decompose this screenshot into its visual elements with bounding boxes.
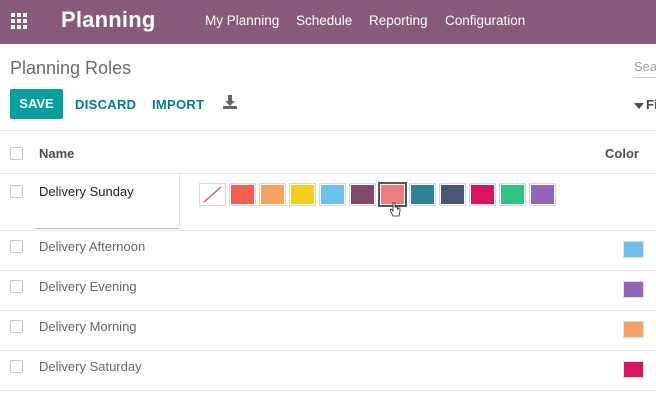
filters-toggle[interactable]: Filters bbox=[634, 97, 656, 112]
color-option-orange[interactable] bbox=[259, 183, 286, 206]
table-row-editing[interactable]: Delivery Sunday bbox=[0, 174, 656, 231]
control-panel: Planning Roles SAVE DISCARD IMPORT Filte… bbox=[0, 44, 656, 130]
menu-configuration[interactable]: Configuration bbox=[445, 13, 525, 28]
role-name-input[interactable]: Delivery Sunday bbox=[39, 184, 134, 199]
color-option-fuchsia[interactable] bbox=[469, 183, 496, 206]
role-name: Delivery Morning bbox=[39, 319, 137, 334]
role-color-swatch bbox=[623, 321, 644, 338]
color-option-red[interactable] bbox=[229, 183, 256, 206]
save-button[interactable]: SAVE bbox=[10, 89, 63, 119]
role-color-swatch bbox=[623, 281, 644, 298]
search-input[interactable] bbox=[634, 56, 656, 78]
download-icon[interactable] bbox=[223, 95, 237, 109]
role-color-swatch bbox=[623, 361, 644, 378]
table-row[interactable]: Delivery Saturday bbox=[0, 351, 656, 391]
menu-my-planning[interactable]: My Planning bbox=[205, 13, 279, 28]
filters-label: Filters bbox=[646, 97, 656, 112]
color-palette bbox=[199, 182, 556, 210]
color-option-no-color[interactable] bbox=[199, 183, 226, 206]
import-button[interactable]: IMPORT bbox=[152, 97, 204, 112]
role-name: Delivery Evening bbox=[39, 279, 137, 294]
color-option-dark-purple[interactable] bbox=[349, 183, 376, 206]
name-field-underline bbox=[35, 228, 180, 229]
cell-divider bbox=[179, 174, 180, 230]
row-checkbox[interactable] bbox=[10, 280, 23, 293]
color-option-green[interactable] bbox=[499, 183, 526, 206]
role-name: Delivery Saturday bbox=[39, 359, 142, 374]
table-row[interactable]: Delivery Evening bbox=[0, 271, 656, 311]
page-title: Planning Roles bbox=[10, 58, 132, 78]
color-option-medium-blue[interactable] bbox=[409, 183, 436, 206]
filter-icon bbox=[634, 102, 644, 109]
color-option-yellow[interactable] bbox=[289, 183, 316, 206]
row-checkbox[interactable] bbox=[10, 240, 23, 253]
select-all-checkbox[interactable] bbox=[10, 147, 23, 160]
color-option-light-blue[interactable] bbox=[319, 183, 346, 206]
app-brand[interactable]: Planning bbox=[61, 7, 156, 33]
color-option-dark-blue[interactable] bbox=[439, 183, 466, 206]
row-checkbox[interactable] bbox=[10, 360, 23, 373]
top-navbar: Planning My Planning Schedule Reporting … bbox=[0, 0, 656, 44]
mouse-pointer-icon bbox=[390, 202, 401, 217]
row-checkbox[interactable] bbox=[10, 185, 23, 198]
column-header-name[interactable]: Name bbox=[39, 146, 74, 161]
color-option-purple[interactable] bbox=[529, 183, 556, 206]
table-header: Name Color bbox=[0, 130, 656, 174]
role-name: Delivery Afternoon bbox=[39, 239, 146, 254]
menu-reporting[interactable]: Reporting bbox=[369, 13, 428, 28]
table-row[interactable]: Delivery Afternoon bbox=[0, 231, 656, 271]
column-header-color[interactable]: Color bbox=[605, 146, 639, 161]
row-checkbox[interactable] bbox=[10, 320, 23, 333]
discard-button[interactable]: DISCARD bbox=[75, 97, 136, 112]
role-color-swatch bbox=[623, 241, 644, 258]
table-row[interactable]: Delivery Morning bbox=[0, 311, 656, 351]
menu-schedule[interactable]: Schedule bbox=[296, 13, 352, 28]
apps-menu-icon[interactable] bbox=[10, 12, 28, 30]
